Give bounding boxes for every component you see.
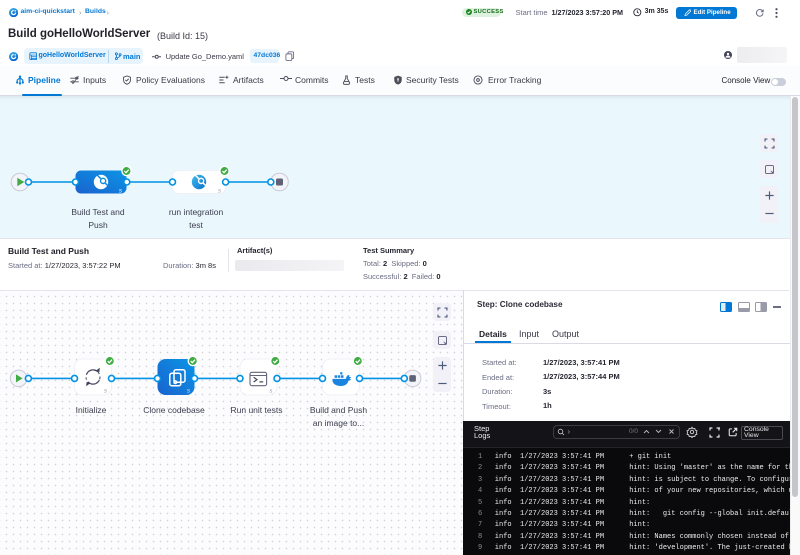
svg-text:s: s — [187, 389, 190, 395]
svg-text:s: s — [119, 189, 122, 195]
svg-text:s: s — [218, 189, 221, 195]
svg-text:s: s — [270, 389, 273, 395]
svg-text:s: s — [104, 389, 107, 395]
